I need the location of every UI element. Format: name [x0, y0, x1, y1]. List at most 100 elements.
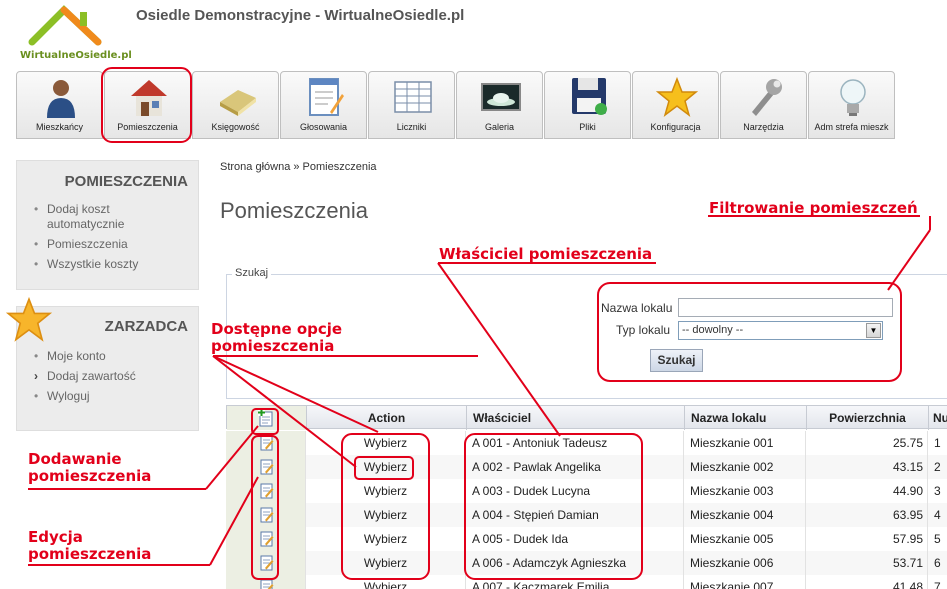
- action-link[interactable]: Wybierz: [306, 479, 466, 503]
- annotation-edit-line2: pomieszczenia: [28, 545, 152, 563]
- action-link[interactable]: Wybierz: [306, 455, 466, 479]
- action-link[interactable]: Wybierz: [306, 503, 466, 527]
- number-cell: 1: [928, 431, 947, 455]
- area-cell: 44.90: [806, 479, 928, 503]
- annotation-options-line2: pomieszczenia: [211, 337, 335, 355]
- edit-icon[interactable]: [260, 483, 274, 499]
- sidebar-item-moje-konto[interactable]: Moje konto: [34, 349, 198, 364]
- lightbulb-icon: [840, 79, 866, 116]
- type-label: Typ lokalu: [616, 323, 671, 337]
- toolbar-adm-strefa-button[interactable]: Adm strefa mieszk: [808, 71, 895, 139]
- sidebar-item-dodaj-zawartosc[interactable]: Dodaj zawartość: [34, 369, 198, 384]
- number-cell: 2: [928, 455, 947, 479]
- toolbar-label: Mieszkańcy: [35, 122, 83, 132]
- type-select-value: -- dowolny --: [682, 324, 744, 336]
- search-legend: Szukaj: [232, 267, 272, 279]
- table-row: Wybierz A 002 - Pawlak Angelika Mieszkanie…: [226, 455, 947, 479]
- toolbar-label: Głosowania: [299, 122, 348, 132]
- edit-cell: [226, 479, 306, 503]
- annotation-add-line2: pomieszczenia: [28, 467, 152, 485]
- column-header[interactable]: Powierzchnia: [807, 406, 929, 430]
- room-name-cell: Mieszkanie 003: [684, 479, 806, 503]
- toolbar-glosowania-button[interactable]: Głosowania: [280, 71, 367, 139]
- edit-icon[interactable]: [260, 531, 274, 547]
- action-link[interactable]: Wybierz: [306, 431, 466, 455]
- type-select[interactable]: -- dowolny -- ▼: [678, 321, 883, 340]
- spreadsheet-icon: [394, 81, 432, 113]
- logo-text: WirtualneOsiedle.pl: [20, 50, 132, 61]
- house-icon: [131, 80, 167, 116]
- add-room-icon[interactable]: [258, 409, 274, 427]
- owner-cell: A 001 - Antoniuk Tadeusz: [466, 431, 684, 455]
- edit-icon[interactable]: [260, 555, 274, 571]
- edit-cell: [226, 455, 306, 479]
- annotation-edit-line1: Edycja: [28, 528, 83, 546]
- room-name-cell: Mieszkanie 001: [684, 431, 806, 455]
- edit-icon[interactable]: [260, 435, 274, 451]
- search-button[interactable]: Szukaj: [650, 349, 703, 372]
- toolbar-pomieszczenia-button[interactable]: Pomieszczenia: [104, 71, 191, 139]
- toolbar-label: Księgowość: [211, 122, 260, 132]
- number-cell: 7: [928, 575, 947, 589]
- column-header[interactable]: Nazwa lokalu: [685, 406, 807, 430]
- room-name-cell: Mieszkanie 002: [684, 455, 806, 479]
- edit-icon[interactable]: [260, 507, 274, 523]
- toolbar-label: Pliki: [579, 122, 596, 132]
- annotation-add-line1: Dodawanie: [28, 450, 122, 468]
- room-name-cell: Mieszkanie 004: [684, 503, 806, 527]
- sidebar-list: Moje konto Dodaj zawartość Wyloguj: [17, 349, 198, 404]
- main-toolbar: Mieszkańcy Pomieszczenia Księgowość Głos…: [16, 71, 947, 139]
- sidebar-item-pomieszczenia[interactable]: Pomieszczenia: [34, 237, 198, 252]
- site-title: Osiedle Demonstracyjne - WirtualneOsiedl…: [136, 7, 465, 24]
- table-row: Wybierz A 004 - Stępień Damian Mieszkanie …: [226, 503, 947, 527]
- action-link[interactable]: Wybierz: [306, 527, 466, 551]
- toolbar-label: Adm strefa mieszk: [814, 122, 889, 132]
- owner-cell: A 004 - Stępień Damian: [466, 503, 684, 527]
- sidebar-item-wszystkie-koszty[interactable]: Wszystkie koszty: [34, 257, 198, 272]
- area-cell: 53.71: [806, 551, 928, 575]
- toolbar-ksiegowosc-button[interactable]: Księgowość: [192, 71, 279, 139]
- sidebar-item-dodaj-koszt[interactable]: Dodaj koszt automatycznie: [34, 202, 147, 232]
- toolbar-liczniki-button[interactable]: Liczniki: [368, 71, 455, 139]
- action-link[interactable]: Wybierz: [306, 575, 466, 589]
- room-name-cell: Mieszkanie 006: [684, 551, 806, 575]
- edit-cell: [226, 503, 306, 527]
- column-header[interactable]: Nu: [929, 406, 947, 430]
- number-cell: 4: [928, 503, 947, 527]
- toolbar-pliki-button[interactable]: Pliki: [544, 71, 631, 139]
- house-roof-logo-icon: [28, 5, 102, 46]
- sidebar-title: POMIESZCZENIA: [64, 173, 188, 190]
- column-header[interactable]: Action: [307, 406, 467, 430]
- gallery-icon: [481, 83, 521, 111]
- room-name-cell: Mieszkanie 007: [684, 575, 806, 589]
- name-input[interactable]: [678, 298, 893, 317]
- edit-cell: [226, 575, 306, 589]
- voting-form-icon: [309, 78, 344, 116]
- table-row: Wybierz A 006 - Adamczyk Agnieszka Mieszka…: [226, 551, 947, 575]
- area-cell: 41.48: [806, 575, 928, 589]
- chevron-down-icon[interactable]: ▼: [866, 323, 881, 338]
- table-row: Wybierz A 007 - Kaczmarek Emilia Mieszkani…: [226, 575, 947, 589]
- area-cell: 57.95: [806, 527, 928, 551]
- toolbar-konfiguracja-button[interactable]: Konfiguracja: [632, 71, 719, 139]
- star-icon: [5, 297, 53, 342]
- annotation-filter: Filtrowanie pomieszczeń: [709, 199, 918, 217]
- edit-cell: [226, 431, 306, 455]
- sidebar-list: Dodaj koszt automatycznie Pomieszczenia …: [17, 202, 198, 272]
- toolbar-galeria-button[interactable]: Galeria: [456, 71, 543, 139]
- table-row: Wybierz A 001 - Antoniuk Tadeusz Mieszkani…: [226, 431, 947, 455]
- table-header: Action Właściciel Nazwa lokalu Powierzch…: [226, 405, 947, 430]
- toolbar-narzedzia-button[interactable]: Narzędzia: [720, 71, 807, 139]
- sidebar-item-wyloguj[interactable]: Wyloguj: [34, 389, 198, 404]
- action-link[interactable]: Wybierz: [306, 551, 466, 575]
- books-icon: [220, 90, 256, 116]
- owner-cell: A 007 - Kaczmarek Emilia: [466, 575, 684, 589]
- name-label: Nazwa lokalu: [601, 301, 673, 315]
- number-cell: 6: [928, 551, 947, 575]
- edit-icon[interactable]: [260, 459, 274, 475]
- breadcrumb[interactable]: Strona główna » Pomieszczenia: [220, 161, 377, 173]
- column-header[interactable]: Właściciel: [467, 406, 685, 430]
- edit-icon[interactable]: [260, 579, 274, 589]
- toolbar-mieszkancy-button[interactable]: Mieszkańcy: [16, 71, 103, 139]
- owner-cell: A 003 - Dudek Lucyna: [466, 479, 684, 503]
